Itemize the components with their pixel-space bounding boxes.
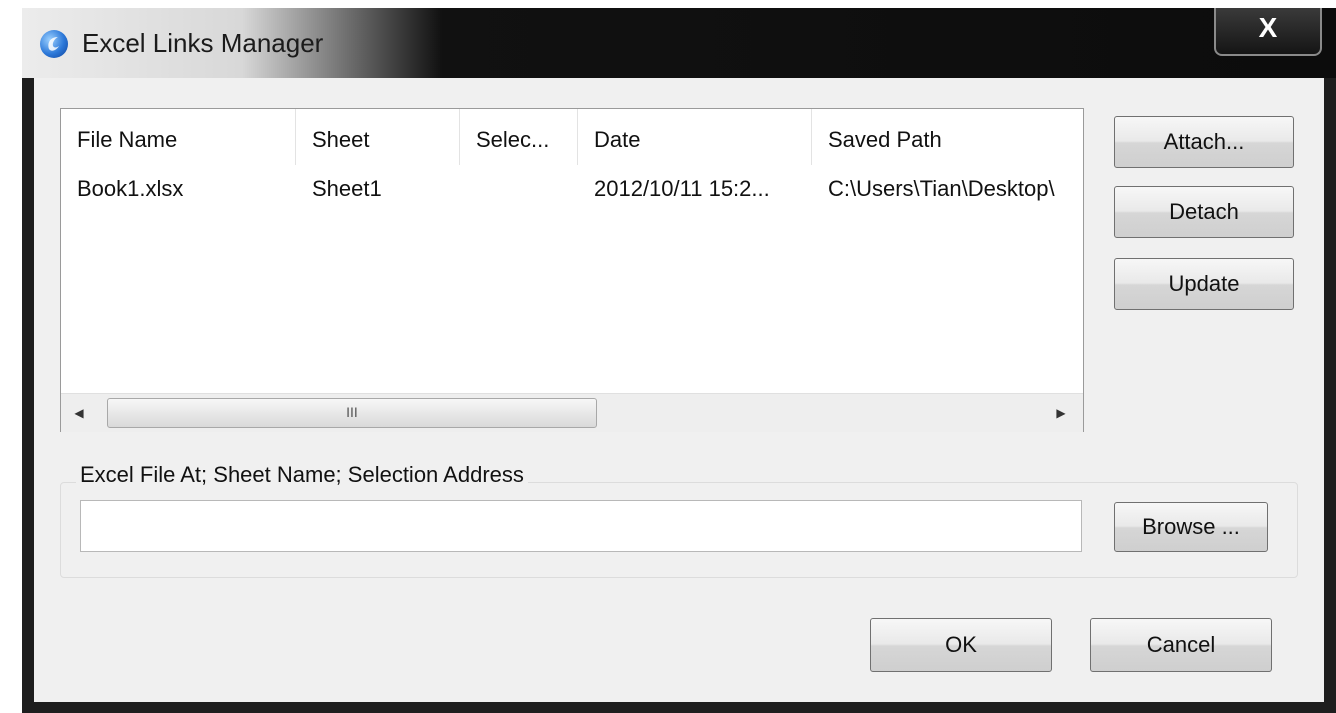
- horizontal-scrollbar[interactable]: ◀ III ▶: [61, 393, 1083, 432]
- column-date[interactable]: Date: [578, 109, 812, 165]
- cell-selection: [460, 167, 578, 211]
- table-row[interactable]: Book1.xlsx Sheet1 2012/10/11 15:2... C:\…: [61, 167, 1083, 211]
- app-logo-icon: [40, 30, 68, 58]
- column-selection[interactable]: Selec...: [460, 109, 578, 165]
- attach-button[interactable]: Attach...: [1114, 116, 1294, 168]
- scrollbar-thumb[interactable]: III: [107, 398, 597, 428]
- close-icon: X: [1258, 12, 1278, 43]
- titlebar[interactable]: Excel Links Manager X: [22, 8, 1336, 78]
- cell-file-name: Book1.xlsx: [77, 176, 184, 201]
- excel-file-group-label: Excel File At; Sheet Name; Selection Add…: [76, 462, 528, 488]
- cancel-button[interactable]: Cancel: [1090, 618, 1272, 672]
- dialog-client-area: File Name Sheet Selec... Date Saved Path…: [34, 78, 1324, 702]
- excel-file-path-input[interactable]: [80, 500, 1082, 552]
- column-saved-path[interactable]: Saved Path: [812, 109, 1083, 165]
- cell-sheet: Sheet1: [312, 176, 382, 201]
- cell-saved-path: C:\Users\Tian\Desktop\: [828, 176, 1055, 201]
- window-title: Excel Links Manager: [82, 28, 324, 58]
- update-button[interactable]: Update: [1114, 258, 1294, 310]
- excel-links-manager-dialog: Excel Links Manager X File Name Sheet Se…: [22, 8, 1336, 713]
- arrow-right-icon[interactable]: ▶: [1043, 394, 1079, 432]
- close-button[interactable]: X: [1214, 8, 1322, 56]
- detach-button[interactable]: Detach: [1114, 186, 1294, 238]
- column-file-name[interactable]: File Name: [61, 109, 296, 165]
- column-sheet[interactable]: Sheet: [296, 109, 460, 165]
- cell-date: 2012/10/11 15:2...: [594, 176, 770, 201]
- ok-button[interactable]: OK: [870, 618, 1052, 672]
- links-list[interactable]: File Name Sheet Selec... Date Saved Path…: [60, 108, 1084, 432]
- list-header: File Name Sheet Selec... Date Saved Path: [61, 109, 1083, 165]
- browse-button[interactable]: Browse ...: [1114, 502, 1268, 552]
- arrow-left-icon[interactable]: ◀: [61, 394, 97, 432]
